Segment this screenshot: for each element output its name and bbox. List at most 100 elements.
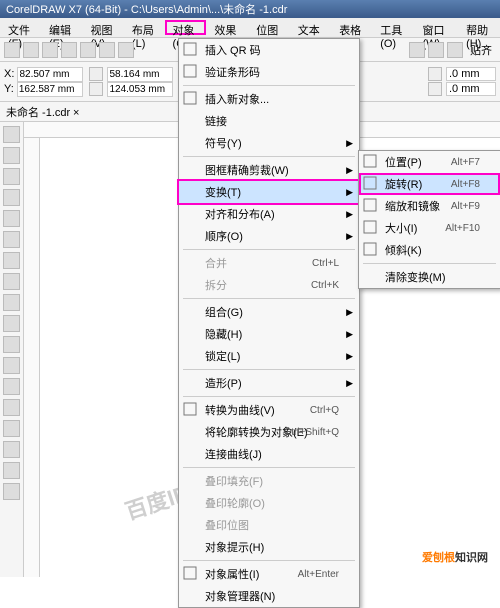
mm1-input[interactable]: .0 mm (446, 67, 496, 81)
snap-icon[interactable] (409, 42, 425, 58)
menu-item[interactable]: 插入 QR 码 (179, 39, 359, 61)
menu-item[interactable]: 造形(P)▶ (179, 372, 359, 394)
menu-window[interactable]: 窗口(W) (415, 20, 459, 35)
shortcut-label: Alt+F7 (451, 157, 480, 168)
close-tab-icon[interactable]: × (73, 107, 79, 119)
mm2-input[interactable]: .0 mm (446, 82, 496, 96)
eyedropper-tool-icon[interactable] (3, 420, 20, 437)
x-input[interactable] (17, 67, 83, 82)
print-icon[interactable] (61, 42, 77, 58)
menu-item[interactable]: 大小(I) Alt+F10 (359, 217, 500, 239)
menu-item[interactable]: 位置(P)Alt+F7 (359, 151, 500, 173)
freehand-tool-icon[interactable] (3, 210, 20, 227)
ruler-vertical (24, 138, 40, 577)
width-input[interactable] (107, 67, 173, 82)
guide-icon[interactable] (447, 42, 463, 58)
transparency-tool-icon[interactable] (3, 399, 20, 416)
ellipse-tool-icon[interactable] (3, 273, 20, 290)
menu-item: 叠印位图 (179, 514, 359, 536)
text-tool-icon[interactable] (3, 315, 20, 332)
menu-item-label: 倾斜(K) (385, 242, 422, 258)
grid-icon[interactable] (428, 42, 444, 58)
menu-item-label: 对象管理器(N) (205, 588, 275, 604)
submenu-arrow-icon: ▶ (346, 187, 353, 198)
snap-label[interactable]: 贴齐 (466, 42, 496, 58)
outline-tool-icon[interactable] (3, 462, 20, 479)
interactive-tool-icon[interactable] (3, 483, 20, 500)
menu-object[interactable]: 对象(C) (165, 20, 207, 35)
menu-effect[interactable]: 效果(C) (206, 20, 248, 35)
menu-item[interactable]: 组合(G)▶ (179, 301, 359, 323)
y-input[interactable] (17, 82, 83, 97)
save-icon[interactable] (42, 42, 58, 58)
polygon-tool-icon[interactable] (3, 294, 20, 311)
cut-icon[interactable] (80, 42, 96, 58)
menu-help[interactable]: 帮助(H) (458, 20, 500, 35)
prop-icon (183, 566, 199, 582)
pick-tool-icon[interactable] (3, 126, 20, 143)
menu-item[interactable]: 隐藏(H) ▶ (179, 323, 359, 345)
menu-item-label: 链接 (205, 113, 227, 129)
menu-edit[interactable]: 编辑(E) (41, 20, 82, 35)
menu-item[interactable]: 验证条形码 (179, 61, 359, 83)
effect-tool-icon[interactable] (3, 378, 20, 395)
shortcut-label: Ctrl+K (311, 280, 339, 291)
fill-tool-icon[interactable] (3, 441, 20, 458)
submenu-arrow-icon: ▶ (346, 165, 353, 176)
artistic-tool-icon[interactable] (3, 231, 20, 248)
menu-item[interactable]: 转换为曲线(V)Ctrl+Q (179, 399, 359, 421)
menu-table[interactable]: 表格(T) (331, 20, 372, 35)
menu-item[interactable]: 链接 (179, 110, 359, 132)
brand-watermark: 爱刨根知识网 (422, 544, 488, 567)
zoom-tool-icon[interactable] (3, 189, 20, 206)
menu-tools[interactable]: 工具(O) (372, 20, 414, 35)
menu-item-label: 大小(I) (385, 220, 417, 236)
shortcut-label: Alt+F10 (445, 223, 480, 234)
menu-item-label: 隐藏(H) (205, 326, 242, 342)
menu-item-label: 清除变换(M) (385, 269, 446, 285)
menu-item-label: 缩放和镜像 (385, 198, 440, 214)
open-icon[interactable] (23, 42, 39, 58)
menu-item[interactable]: 清除变换(M) (359, 266, 500, 288)
parallel-tool-icon[interactable] (3, 336, 20, 353)
menu-item[interactable]: 图框精确剪裁(W)▶ (179, 159, 359, 181)
menu-item-label: 对齐和分布(A) (205, 206, 275, 222)
menu-layout[interactable]: 布局(L) (124, 20, 165, 35)
menu-item[interactable]: 顺序(O)▶ (179, 225, 359, 247)
menu-item[interactable]: 连接曲线(J) (179, 443, 359, 465)
menu-item[interactable]: 对象提示(H) (179, 536, 359, 558)
menu-view[interactable]: 视图(V) (82, 20, 123, 35)
menu-item[interactable]: 变换(T)▶ (179, 181, 359, 203)
menu-text[interactable]: 文本(X) (290, 20, 331, 35)
menu-item[interactable]: 对象属性(I)Alt+Enter (179, 563, 359, 585)
submenu-arrow-icon: ▶ (346, 138, 353, 149)
crop-tool-icon[interactable] (3, 168, 20, 185)
menu-item[interactable]: 将轮廓转换为对象(E)Ctrl+Shift+Q (179, 421, 359, 443)
copy-icon[interactable] (99, 42, 115, 58)
shortcut-label: Ctrl+L (312, 258, 339, 269)
shortcut-label: Ctrl+Shift+Q (284, 427, 339, 438)
menu-item: 叠印轮廓(O) (179, 492, 359, 514)
menu-file[interactable]: 文件(F) (0, 20, 41, 35)
menu-item[interactable]: 符号(Y)▶ (179, 132, 359, 154)
menu-item[interactable]: 倾斜(K) (359, 239, 500, 261)
height-input[interactable] (107, 82, 173, 97)
menu-item[interactable]: 缩放和镜像Alt+F9 (359, 195, 500, 217)
new-icon[interactable] (4, 42, 20, 58)
menu-item[interactable]: 对象管理器(N) (179, 585, 359, 607)
connector-tool-icon[interactable] (3, 357, 20, 374)
menu-item[interactable]: 旋转(R)Alt+F8 (359, 173, 500, 195)
menu-item-label: 叠印位图 (205, 517, 249, 533)
rectangle-tool-icon[interactable] (3, 252, 20, 269)
x-label: X: (4, 68, 14, 80)
qr-icon (183, 42, 199, 58)
object-menu: 插入 QR 码验证条形码插入新对象... 链接符号(Y)▶ 图框精确剪裁(W)▶变换… (178, 38, 360, 608)
submenu-arrow-icon: ▶ (346, 329, 353, 340)
paste-icon[interactable] (118, 42, 134, 58)
submenu-arrow-icon: ▶ (346, 209, 353, 220)
menu-item[interactable]: 对齐和分布(A) ▶ (179, 203, 359, 225)
menu-bitmap[interactable]: 位图(B) (248, 20, 289, 35)
menu-item[interactable]: 锁定(L)▶ (179, 345, 359, 367)
shape-tool-icon[interactable] (3, 147, 20, 164)
menu-item[interactable]: 插入新对象... (179, 88, 359, 110)
